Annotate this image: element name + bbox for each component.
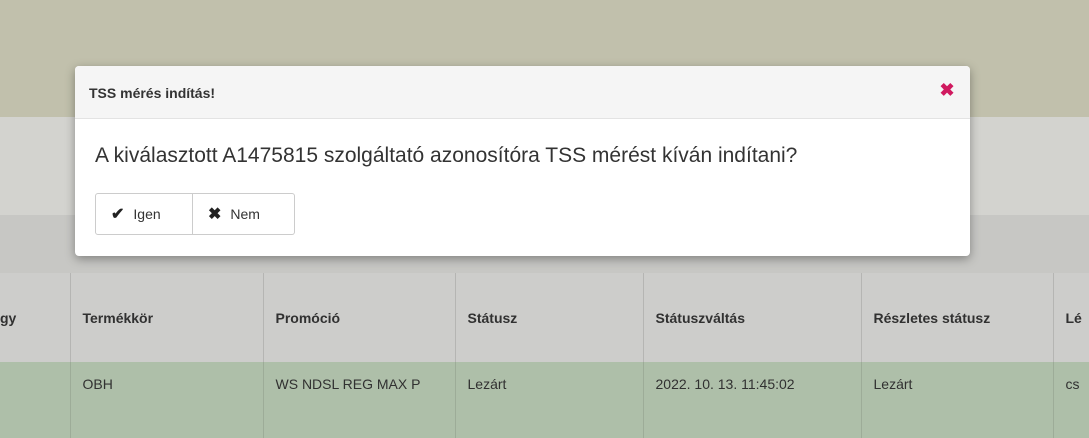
dialog-title: TSS mérés indítás! (89, 85, 216, 101)
confirm-dialog: TSS mérés indítás! ✖ A kiválasztott A147… (75, 66, 970, 256)
close-icon[interactable]: ✖ (938, 80, 956, 100)
close-icon: ✖ (208, 206, 222, 223)
dialog-header: TSS mérés indítás! ✖ (75, 66, 970, 119)
no-button[interactable]: ✖ Nem (193, 193, 295, 235)
yes-button[interactable]: ✔ Igen (95, 193, 193, 235)
no-button-label: Nem (230, 206, 260, 222)
dialog-message: A kiválasztott A1475815 szolgáltató azon… (95, 144, 798, 167)
dialog-button-group: ✔ Igen ✖ Nem (95, 193, 295, 235)
yes-button-label: Igen (133, 206, 161, 222)
check-icon: ✔ (111, 206, 125, 223)
